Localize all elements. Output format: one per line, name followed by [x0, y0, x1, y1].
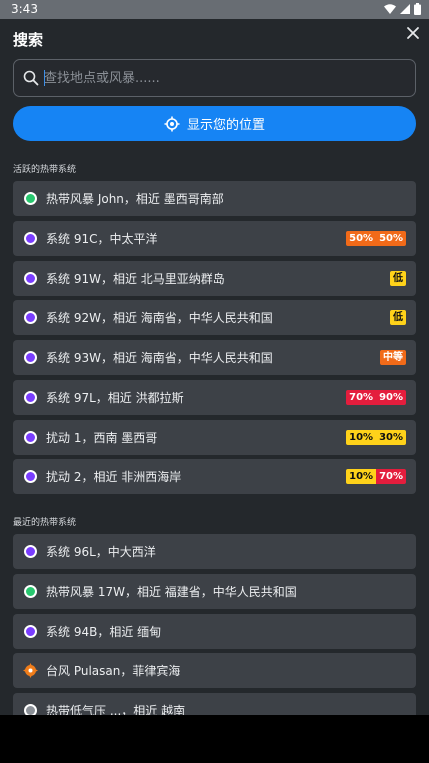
system-marker-icon — [24, 430, 37, 444]
list-item-label: 系统 91W，相近 北马里亚纳群岛 — [46, 271, 225, 286]
probability-badge: 70% — [376, 469, 406, 485]
storm-marker-icon — [24, 192, 37, 205]
list-item[interactable]: 系统 94B，相近 缅甸 — [13, 613, 416, 649]
list-item[interactable]: 系统 91W，相近 北马里亚纳群岛 低 — [13, 260, 416, 296]
list-item-label: 系统 94B，相近 缅甸 — [46, 624, 162, 639]
system-marker-icon — [24, 231, 37, 245]
list-item-label: 系统 91C，中太平洋 — [46, 231, 158, 246]
probability-badge: 低 — [390, 270, 406, 286]
system-marker-icon — [24, 271, 37, 285]
search-box[interactable] — [13, 59, 416, 97]
page-title: 搜索 — [13, 31, 44, 49]
list-item[interactable]: 系统 91C，中太平洋 50% 50% — [13, 220, 416, 256]
show-location-button[interactable]: 显示您的位置 — [13, 106, 416, 141]
system-marker-icon — [24, 351, 37, 364]
system-marker-icon — [24, 624, 37, 638]
battery-icon — [414, 3, 421, 15]
status-bar: 3:43 — [0, 0, 429, 19]
list-item[interactable]: 扰动 2，相近 非洲西海岸 10% 70% — [13, 459, 416, 495]
system-marker-icon — [24, 390, 37, 404]
system-marker-icon — [24, 311, 37, 325]
system-marker-icon — [24, 545, 37, 558]
probability-badges: 10% 70% — [346, 469, 406, 485]
probability-badge: 10% — [346, 429, 377, 445]
list-item[interactable]: 系统 97L，相近 洪都拉斯 70% 90% — [13, 379, 416, 415]
list-item[interactable]: 热带低气压 ...，相近 越南 — [13, 693, 416, 715]
probability-badges: 10% 30% — [346, 429, 406, 445]
probability-badges: 低 — [390, 270, 406, 286]
probability-badge: 10% — [346, 469, 377, 485]
recent-section-title: 最近的热带系统 — [13, 518, 77, 528]
crosshair-icon — [164, 116, 180, 131]
list-item-label: 扰动 2，相近 非洲西海岸 — [46, 470, 182, 485]
list-item[interactable]: 热带风暴 17W，相近 福建省，中华人民共和国 — [13, 573, 416, 609]
list-item-label: 系统 96L，中大西洋 — [46, 545, 156, 559]
list-item[interactable]: 台风 Pulasan，菲律宾海 — [13, 653, 416, 689]
text-cursor — [44, 70, 45, 86]
probability-badge: 30% — [376, 429, 406, 445]
list-item-label: 系统 93W，相近 海南省，中华人民共和国 — [46, 351, 273, 365]
typhoon-icon — [23, 663, 38, 679]
list-item-label: 系统 92W，相近 海南省，中华人民共和国 — [46, 311, 273, 326]
list-item-label: 热带低气压 ...，相近 越南 — [46, 704, 186, 715]
list-item[interactable]: 系统 96L，中大西洋 — [13, 534, 416, 569]
list-item-label: 台风 Pulasan，菲律宾海 — [46, 664, 181, 679]
probability-badges: 低 — [390, 310, 406, 326]
search-screen: 搜索 显示您的位置 活跃的热带系统 热带风暴 John，相近 墨西哥南部系统 9… — [0, 19, 429, 715]
probability-badges: 70% 90% — [346, 389, 406, 405]
probability-badges: 50% 50% — [346, 230, 406, 246]
storm-marker-icon — [24, 584, 37, 598]
probability-badge: 50% — [346, 230, 377, 246]
close-icon[interactable] — [405, 25, 421, 41]
navigation-bar-area — [0, 715, 429, 763]
probability-badge: 90% — [376, 389, 406, 405]
probability-badges: 中等 — [380, 350, 406, 365]
list-item-label: 热带风暴 17W，相近 福建省，中华人民共和国 — [46, 584, 297, 599]
list-item[interactable]: 系统 93W，相近 海南省，中华人民共和国 中等 — [13, 340, 416, 375]
list-item[interactable]: 扰动 1，西南 墨西哥 10% 30% — [13, 419, 416, 455]
search-icon — [23, 70, 39, 86]
active-section-title: 活跃的热带系统 — [13, 165, 77, 175]
list-item-label: 热带风暴 John，相近 墨西哥南部 — [46, 192, 224, 206]
signal-icon — [400, 4, 410, 14]
status-time: 3:43 — [11, 2, 38, 16]
list-item[interactable]: 热带风暴 John，相近 墨西哥南部 — [13, 181, 416, 216]
probability-badge: 中等 — [380, 350, 406, 365]
list-item[interactable]: 系统 92W，相近 海南省，中华人民共和国 低 — [13, 300, 416, 336]
search-input[interactable] — [44, 68, 404, 88]
wifi-icon — [384, 4, 396, 14]
list-item-label: 系统 97L，相近 洪都拉斯 — [46, 390, 184, 405]
status-icons — [384, 3, 421, 15]
probability-badge: 50% — [376, 230, 406, 246]
system-marker-icon — [24, 704, 37, 715]
list-item-label: 扰动 1，西南 墨西哥 — [46, 430, 158, 445]
show-location-label: 显示您的位置 — [186, 118, 265, 133]
system-marker-icon — [24, 470, 37, 484]
probability-badge: 70% — [346, 389, 377, 405]
probability-badge: 低 — [390, 310, 406, 326]
